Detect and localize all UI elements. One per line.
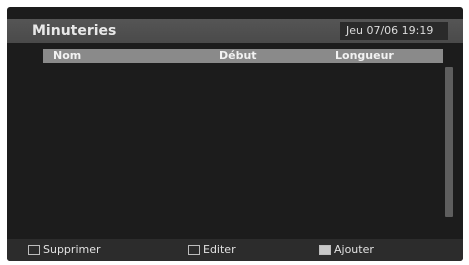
tv-screen: Minuteries Jeu 07/06 19:19 Nom Début Lon… — [7, 7, 463, 261]
page-title: Minuteries — [32, 23, 117, 39]
datetime-display: Jeu 07/06 19:19 — [346, 24, 434, 37]
column-debut: Début — [219, 49, 257, 62]
scrollbar[interactable] — [445, 67, 453, 217]
delete-label: Supprimer — [43, 243, 101, 256]
add-label: Ajouter — [334, 243, 374, 256]
column-nom: Nom — [53, 49, 82, 62]
timer-list[interactable] — [43, 65, 439, 235]
edit-label: Editer — [203, 243, 236, 256]
add-button[interactable]: Ajouter — [319, 243, 374, 257]
datetime-box: Jeu 07/06 19:19 — [340, 22, 448, 40]
green-key-icon — [188, 245, 200, 255]
footer-bar: Supprimer Editer Ajouter — [7, 239, 463, 261]
header-bar: Minuteries Jeu 07/06 19:19 — [7, 19, 463, 43]
yellow-key-icon — [319, 245, 331, 255]
edit-button[interactable]: Editer — [188, 243, 236, 257]
delete-button[interactable]: Supprimer — [28, 243, 101, 257]
table-column-header: Nom Début Longueur — [43, 49, 443, 63]
column-longueur: Longueur — [335, 49, 394, 62]
red-key-icon — [28, 245, 40, 255]
